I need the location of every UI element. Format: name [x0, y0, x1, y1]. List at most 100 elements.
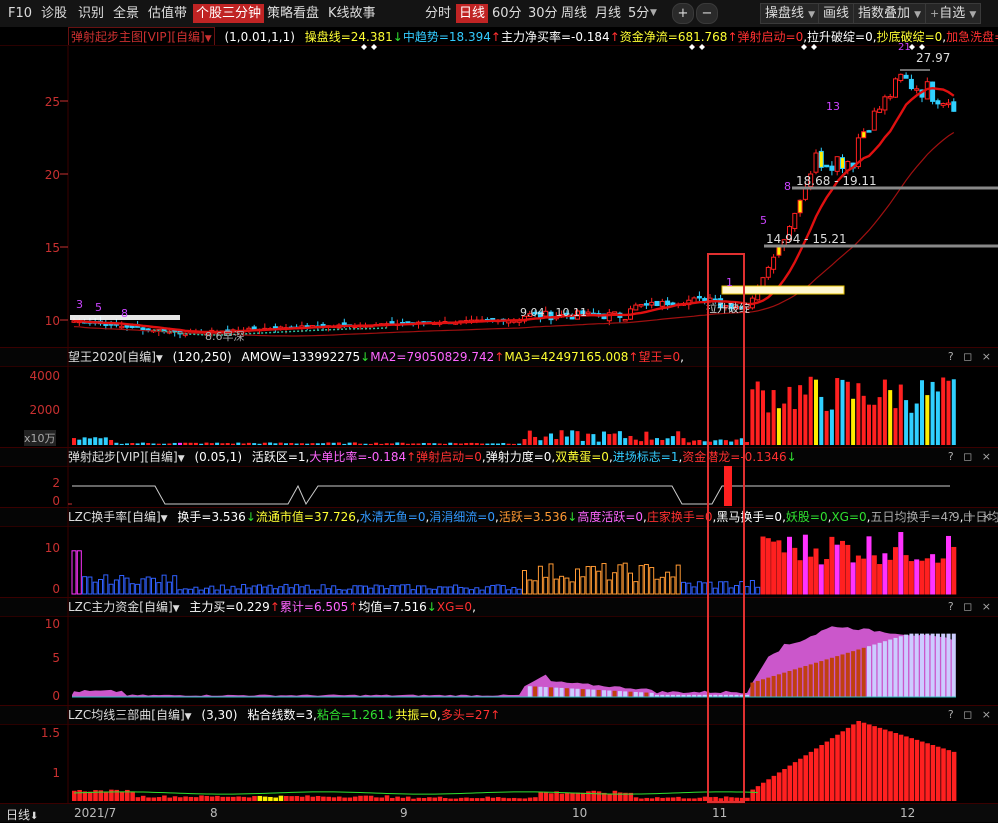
ma-bar: [787, 765, 793, 801]
turnover-bar: [935, 562, 941, 595]
volume-bar: [416, 443, 421, 445]
stock-chart-canvas[interactable]: 27.97 18.68 - 19.11 14.94 - 15.21 9.04 - 10…: [0, 0, 998, 821]
fund-bar: [835, 656, 840, 697]
ma-bar: [87, 791, 93, 801]
turnover-bar: [325, 588, 331, 595]
ma-bar: [331, 797, 337, 801]
fund-bar: [914, 633, 919, 697]
ma-bar: [109, 789, 114, 801]
turnover-bar: [670, 576, 676, 595]
turnover-bar: [898, 532, 904, 595]
turnover-bar: [903, 555, 909, 595]
volume-bar: [496, 443, 500, 445]
turnover-bar: [893, 547, 898, 595]
fund-bar: [787, 671, 792, 697]
turnover-bar: [681, 581, 686, 595]
volume-bar: [427, 443, 432, 445]
candle-body: [871, 110, 877, 131]
fund-bar: [564, 688, 569, 697]
turnover-bar: [431, 588, 437, 595]
volume-bar: [119, 443, 124, 445]
ma-bar: [284, 796, 289, 801]
turnover-bar: [946, 535, 951, 595]
turnover-bar: [108, 583, 114, 595]
turnover-bar: [569, 581, 575, 595]
ma-bar: [416, 797, 422, 801]
turnover-bar: [532, 580, 538, 595]
volume-bar: [575, 431, 580, 445]
ma-bar: [935, 746, 941, 801]
turnover-bar: [98, 579, 103, 595]
volume-bar: [464, 443, 469, 445]
ma-bar: [909, 738, 914, 801]
candle-body: [665, 300, 671, 306]
turnover-bar: [113, 579, 119, 595]
volume-bar: [241, 443, 246, 445]
ma-bar: [670, 797, 676, 801]
volume-bar: [437, 443, 442, 445]
x-label: 8: [210, 806, 218, 820]
fund-bar: [575, 688, 580, 697]
volume-bar: [607, 434, 612, 445]
ma-bar: [474, 798, 480, 801]
turnover-bar: [400, 584, 406, 595]
turnover-bar: [246, 587, 252, 595]
ma-bar: [156, 797, 162, 801]
turnover-bar: [135, 583, 141, 595]
turnover-bar: [347, 588, 353, 595]
turnover-bar: [257, 584, 262, 595]
volume-bar: [289, 442, 294, 445]
ma-bar: [299, 796, 305, 801]
volume-bar: [909, 412, 914, 445]
ma-bar: [517, 798, 522, 801]
fund-bar: [920, 633, 924, 697]
turnover-bar: [924, 558, 930, 595]
candle-body: [649, 301, 655, 306]
volume-bar: [273, 443, 278, 445]
ma-line-short: [73, 86, 955, 334]
turnover-bar: [495, 584, 501, 595]
turnover-bar: [214, 589, 220, 595]
ma-bar: [490, 797, 496, 801]
volume-bar: [829, 409, 834, 445]
ma-bar: [782, 769, 787, 801]
turnover-bar: [792, 547, 798, 595]
fund-bar: [554, 687, 559, 697]
candle-body: [829, 165, 835, 171]
period-switch[interactable]: 日线⬇: [6, 806, 38, 823]
volume-bar: [580, 440, 585, 445]
turnover-bar: [612, 572, 618, 595]
turnover-bar: [861, 558, 867, 595]
volume-bar: [792, 409, 797, 445]
volume-bar: [400, 442, 405, 445]
ma-bar: [904, 736, 909, 801]
volume-bar: [893, 408, 898, 445]
volume-bar: [135, 443, 140, 445]
turnover-bar: [368, 587, 374, 595]
fund-bar: [930, 633, 935, 697]
ma-bar: [326, 796, 331, 801]
turnover-bar: [559, 575, 565, 595]
count-label: 13: [826, 100, 840, 113]
count-label: 21: [898, 42, 911, 53]
volume-bar: [925, 395, 930, 445]
volume-bar: [480, 443, 485, 445]
volume-bar: [533, 436, 538, 445]
volume-bar: [506, 443, 511, 445]
volume-bar: [745, 441, 750, 445]
turnover-bar: [151, 577, 156, 595]
turnover-bar: [304, 584, 310, 595]
volume-bar: [151, 443, 156, 445]
ma-bar: [374, 797, 379, 801]
ma-bar: [458, 797, 464, 801]
volume-bar: [676, 431, 681, 445]
turnover-bar: [283, 583, 289, 595]
ma-bar: [400, 797, 406, 801]
volume-bar: [246, 442, 251, 445]
volume-bar: [326, 442, 331, 445]
candle-body: [622, 318, 628, 322]
volume-bar: [395, 442, 400, 445]
turnover-bar: [871, 555, 877, 595]
turnover-bar: [914, 559, 920, 595]
turnover-bar: [87, 576, 93, 595]
